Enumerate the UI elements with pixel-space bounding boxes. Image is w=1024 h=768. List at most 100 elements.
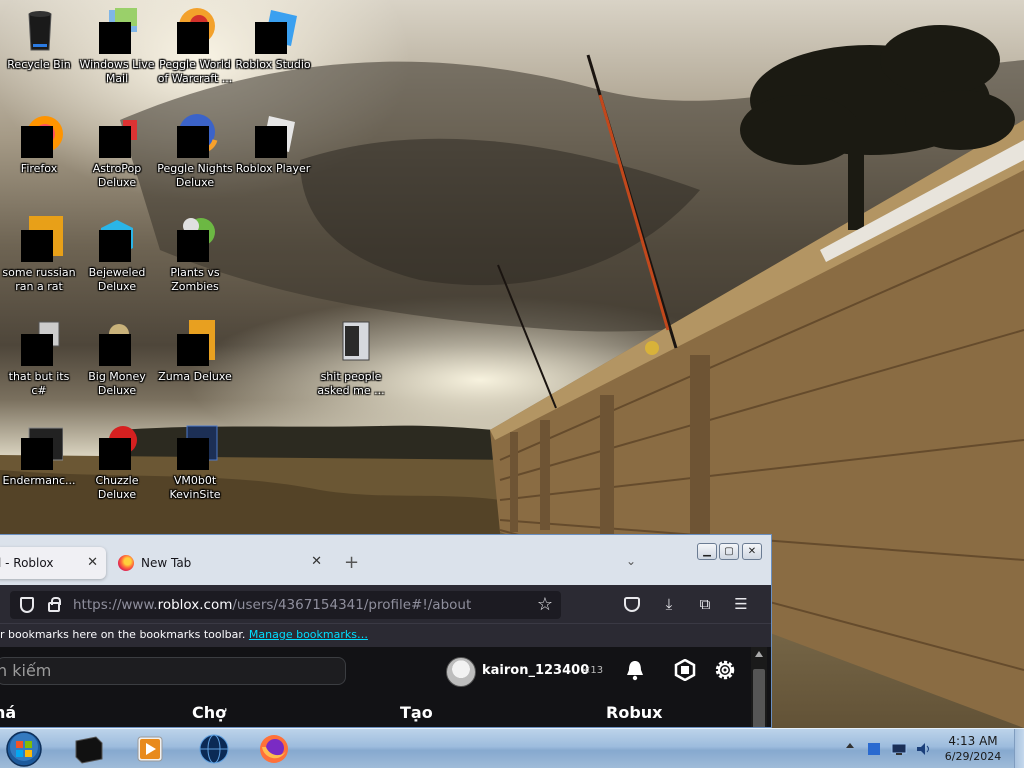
desktop-icon-label: Zuma Deluxe xyxy=(158,370,232,383)
taskbar-app-icon[interactable] xyxy=(72,733,104,765)
close-tab-icon[interactable]: ✕ xyxy=(311,554,322,569)
desktop-icon-folder[interactable]: shit people asked me ... xyxy=(312,318,390,398)
windows-start-icon[interactable] xyxy=(4,730,44,768)
desktop-icon-label: Roblox Player xyxy=(235,162,311,175)
list-tabs-button[interactable]: ⌄ xyxy=(626,554,636,568)
tab-new-tab[interactable]: New Tab ✕ xyxy=(110,547,330,579)
clock-date: 6/29/2024 xyxy=(944,750,1002,763)
desktop-icon-label: Big Money Deluxe xyxy=(88,370,146,397)
nav-marketplace[interactable]: Chợ xyxy=(192,703,226,722)
desktop-icon-roblox-player[interactable]: Roblox Player xyxy=(234,110,312,176)
username-label[interactable]: kairon_123400 xyxy=(482,663,589,678)
desktop-icon-label: Chuzzle Deluxe xyxy=(95,474,139,501)
pocket-icon[interactable] xyxy=(624,597,640,612)
program-icon xyxy=(15,214,63,262)
hamburger-menu-icon[interactable]: ☰ xyxy=(732,595,750,613)
show-desktop-button[interactable] xyxy=(1014,729,1024,768)
roblox-search-input[interactable]: n kiếm xyxy=(0,657,346,685)
firefox-window[interactable]: l - Roblox ✕ New Tab ✕ + ⌄ ▁ ▢ ✕ https:/… xyxy=(0,534,772,728)
nav-charts[interactable]: há xyxy=(0,703,16,722)
system-clock[interactable]: 4:13 AM 6/29/2024 xyxy=(940,733,1006,765)
desktop-icon-astropop[interactable]: AstroPop Deluxe xyxy=(78,110,156,190)
desktop-icon-label: shit people asked me ... xyxy=(317,370,385,397)
manage-bookmarks-link[interactable]: Manage bookmarks… xyxy=(249,628,368,641)
bookmarks-hint-text: r bookmarks here on the bookmarks toolba… xyxy=(0,628,246,641)
extensions-icon[interactable]: ⧉ xyxy=(696,595,714,613)
close-window-button[interactable]: ✕ xyxy=(742,543,762,560)
desktop-icon-zuma[interactable]: Zuma Deluxe xyxy=(156,318,234,384)
desktop-icon-recycle-bin[interactable]: Recycle Bin xyxy=(0,6,78,72)
desktop-icon-chuzzle[interactable]: Chuzzle Deluxe xyxy=(78,422,156,502)
desktop-icon-russian-rat[interactable]: some russian ran a rat xyxy=(0,214,78,294)
desktop-icon-that-but-its-csharp[interactable]: that but its c# xyxy=(0,318,78,398)
new-tab-button[interactable]: + xyxy=(344,552,359,573)
network-icon[interactable] xyxy=(891,741,907,757)
desktop-icon-roblox-studio[interactable]: Roblox Studio xyxy=(234,6,312,72)
roblox-player-icon xyxy=(249,110,297,158)
age-badge: <13 xyxy=(582,665,604,676)
program-icon xyxy=(171,422,219,470)
bookmark-star-icon[interactable]: ☆ xyxy=(537,594,553,615)
desktop-icon-label: Roblox Studio xyxy=(235,58,311,71)
desktop-icon-big-money[interactable]: Big Money Deluxe xyxy=(78,318,156,398)
desktop-icon-peggle-wow[interactable]: Peggle World of Warcraft ... xyxy=(156,6,234,86)
clock-time: 4:13 AM xyxy=(948,734,998,748)
firefox-icon[interactable] xyxy=(258,733,290,765)
desktop-icon-label: Bejeweled Deluxe xyxy=(88,266,146,293)
peggle-nights-icon xyxy=(171,110,219,158)
desktop-icon-bejeweled[interactable]: Bejeweled Deluxe xyxy=(78,214,156,294)
lock-icon[interactable] xyxy=(48,597,61,612)
roblox-page: n kiếm kairon_123400 <13 há Chợ Tạo Robu… xyxy=(0,647,771,727)
media-player-icon[interactable] xyxy=(134,733,166,765)
volume-icon[interactable] xyxy=(915,741,931,757)
url-prefix: https://www. xyxy=(73,597,158,613)
robux-icon[interactable] xyxy=(674,659,696,681)
bookmarks-toolbar: r bookmarks here on the bookmarks toolba… xyxy=(0,623,771,647)
program-icon xyxy=(15,422,64,470)
folder-icon xyxy=(327,318,375,366)
nav-robux[interactable]: Robux xyxy=(606,703,662,722)
url-bar[interactable]: https://www.roblox.com/users/4367154341/… xyxy=(10,591,561,619)
tracking-protection-icon[interactable] xyxy=(20,597,34,613)
tab-roblox[interactable]: l - Roblox ✕ xyxy=(0,547,106,579)
avatar[interactable] xyxy=(446,657,476,687)
desktop-icon-peggle-nights[interactable]: Peggle Nights Deluxe xyxy=(156,110,234,190)
scroll-up-icon[interactable] xyxy=(755,651,763,657)
gear-icon[interactable] xyxy=(713,658,737,682)
shortcut-icon xyxy=(15,318,63,366)
desktop-icon-plants-vs-zombies[interactable]: Plants vs Zombies xyxy=(156,214,234,294)
tray-app-icon[interactable] xyxy=(866,741,882,757)
close-tab-icon[interactable]: ✕ xyxy=(87,555,98,570)
desktop-icon-label: Windows Live Mail xyxy=(79,58,155,85)
nav-create[interactable]: Tạo xyxy=(400,703,433,722)
firefox-icon xyxy=(118,555,134,571)
minimize-button[interactable]: ▁ xyxy=(697,543,717,560)
desktop-icon-label: AstroPop Deluxe xyxy=(92,162,142,189)
url-text[interactable]: https://www.roblox.com/users/4367154341/… xyxy=(73,597,471,613)
bejeweled-icon xyxy=(93,214,141,262)
desktop-icon-firefox[interactable]: Firefox xyxy=(0,110,78,176)
page-scrollbar[interactable] xyxy=(751,647,767,727)
globe-icon[interactable] xyxy=(198,733,230,765)
desktop-icon-vm0b0t[interactable]: VM0b0t KevinSite xyxy=(156,422,234,502)
astropop-icon xyxy=(93,110,141,158)
show-hidden-icons-button[interactable] xyxy=(846,743,854,748)
scrollbar-thumb[interactable] xyxy=(753,669,765,727)
desktop-icon-label: Recycle Bin xyxy=(7,58,71,71)
download-icon[interactable]: ⤓ xyxy=(660,595,678,613)
chuzzle-icon xyxy=(93,422,141,470)
mail-icon xyxy=(93,6,141,54)
bell-icon[interactable] xyxy=(624,659,646,681)
desktop-icon-endermanch[interactable]: Endermanc... xyxy=(0,422,78,488)
desktop-icon-label: Endermanc... xyxy=(2,474,76,487)
desktop-icon-label: Peggle World of Warcraft ... xyxy=(157,58,233,85)
desktop-icon-windows-live-mail[interactable]: Windows Live Mail xyxy=(78,6,156,86)
desktop-icon-label: Plants vs Zombies xyxy=(170,266,220,293)
taskbar: 4:13 AM 6/29/2024 xyxy=(0,728,1024,768)
tab-title: l - Roblox xyxy=(0,556,54,570)
desktop-icon-label: Peggle Nights Deluxe xyxy=(157,162,233,189)
maximize-button[interactable]: ▢ xyxy=(719,543,739,560)
desktop-icon-label: that but its c# xyxy=(8,370,70,397)
url-domain: roblox.com xyxy=(157,597,233,613)
tab-bar: l - Roblox ✕ New Tab ✕ + ⌄ ▁ ▢ ✕ xyxy=(0,535,771,585)
